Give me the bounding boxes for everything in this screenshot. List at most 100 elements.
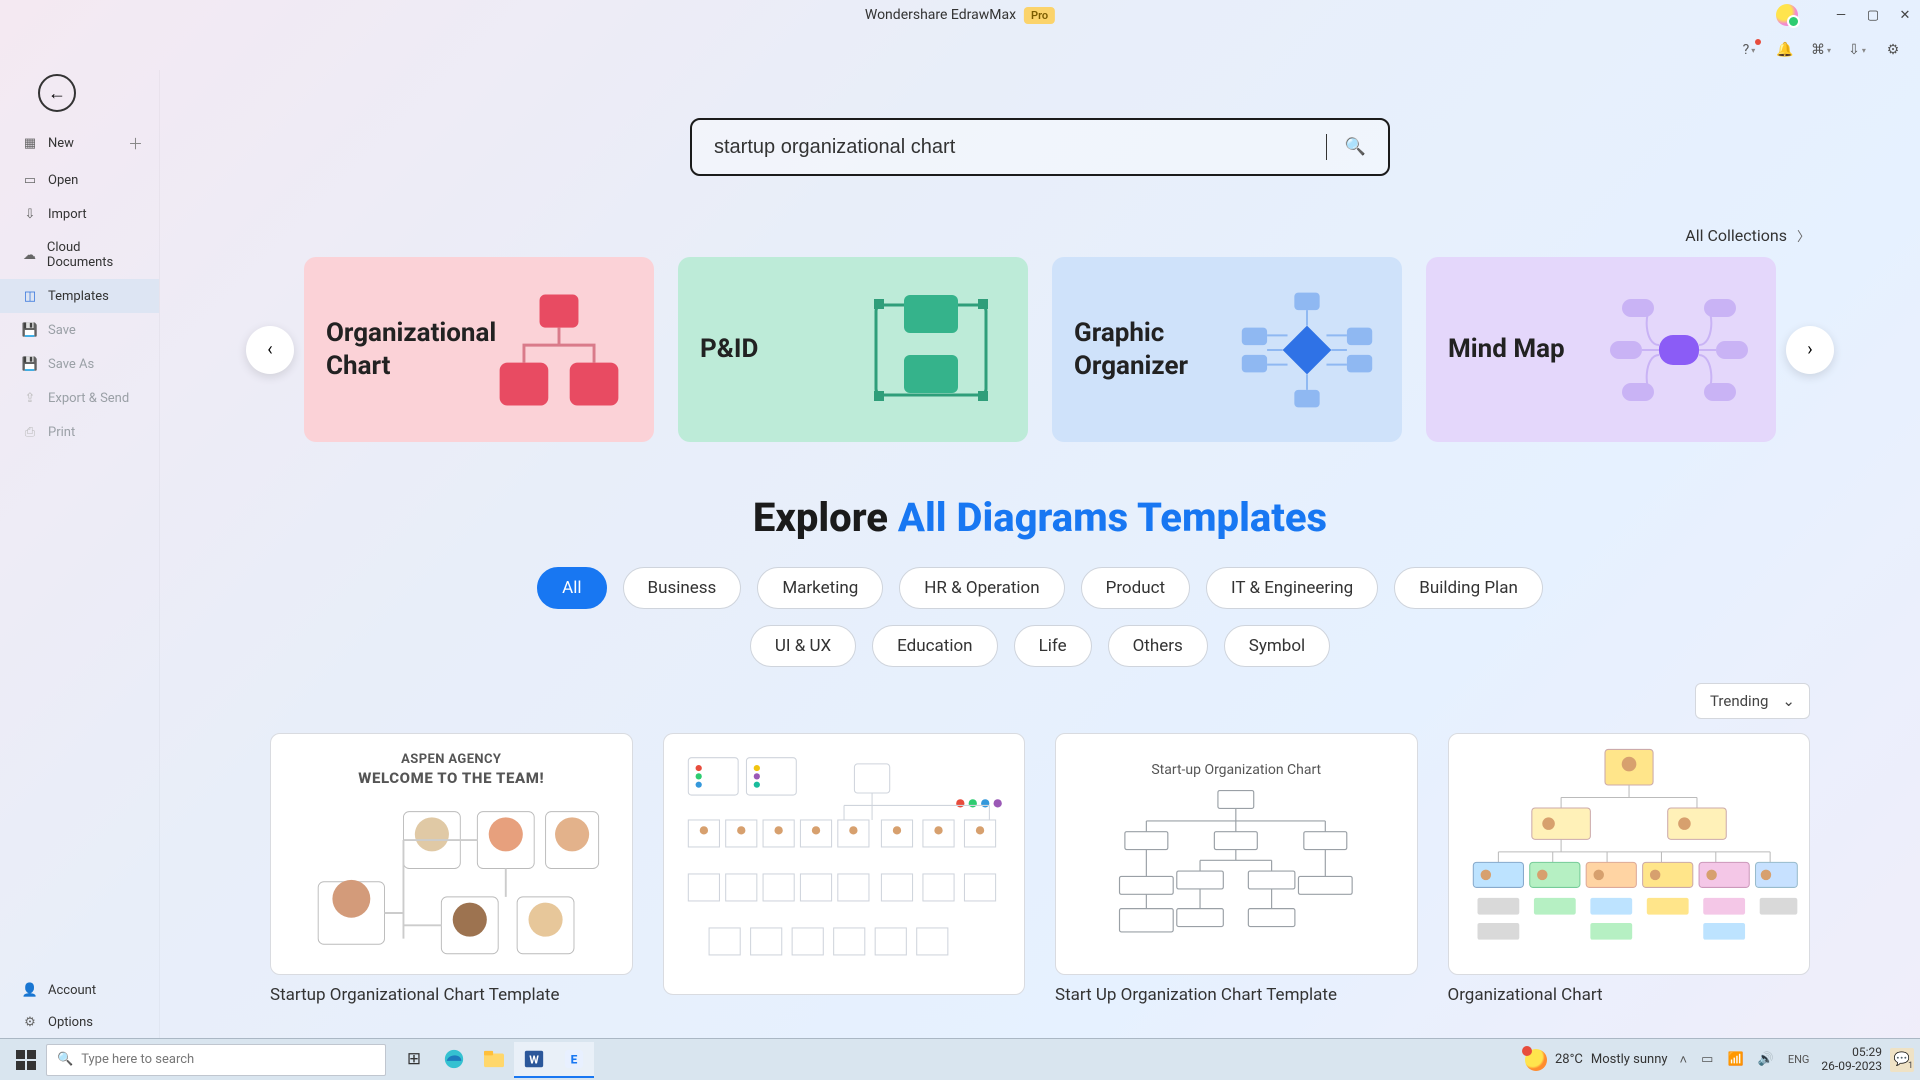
template-card[interactable]: Start-up Organization Chart — [1055, 733, 1418, 975]
category-label: P&ID — [700, 333, 758, 366]
search-divider — [1326, 134, 1327, 160]
chevron-right-icon: 〉 — [1797, 230, 1810, 245]
sidebar-item-label: Options — [48, 1015, 93, 1030]
sidebar-item-label: Import — [48, 207, 87, 222]
back-button[interactable]: ← — [38, 74, 76, 112]
clock-time: 05:29 — [1852, 1046, 1882, 1059]
category-card-org-chart[interactable]: Organizational Chart — [304, 257, 654, 442]
sidebar-item-label: Save — [48, 323, 76, 338]
search-input[interactable] — [714, 136, 1308, 159]
app-name: Wondershare EdrawMax — [865, 7, 1016, 23]
tray-volume-icon[interactable]: 🔊 — [1758, 1052, 1774, 1067]
sidebar-item-import[interactable]: ⇩ Import — [0, 197, 159, 231]
plus-icon[interactable]: ＋ — [128, 133, 143, 154]
explore-accent: All Diagrams Templates — [898, 494, 1327, 541]
category-card-graphic-organizer[interactable]: Graphic Organizer — [1052, 257, 1402, 442]
taskbar-weather[interactable]: 28°C Mostly sunny — [1525, 1049, 1668, 1071]
sidebar-item-account[interactable]: 👤 Account — [0, 974, 159, 1006]
template-card[interactable] — [1448, 733, 1811, 975]
chip-product[interactable]: Product — [1081, 567, 1190, 609]
taskbar-app-taskview[interactable]: ⊞ — [394, 1042, 434, 1078]
minimize-button[interactable]: ― — [1834, 8, 1848, 22]
chip-uiux[interactable]: UI & UX — [750, 625, 856, 667]
template-grid: ASPEN AGENCY WELCOME TO THE TEAM! — [270, 733, 1810, 1005]
save-icon: 💾 — [22, 322, 38, 338]
sort-dropdown[interactable]: Trending ⌄ — [1695, 683, 1810, 719]
plus-square-icon: ▦ — [22, 136, 38, 152]
template-card[interactable]: ASPEN AGENCY WELCOME TO THE TEAM! — [270, 733, 633, 975]
sidebar-item-cloud[interactable]: ☁ Cloud Documents — [0, 231, 159, 279]
category-label: Graphic Organizer — [1074, 317, 1234, 382]
chip-business[interactable]: Business — [623, 567, 742, 609]
chip-life[interactable]: Life — [1014, 625, 1092, 667]
close-button[interactable]: ✕ — [1898, 8, 1912, 22]
sidebar-item-label: Cloud Documents — [47, 240, 143, 270]
sidebar-item-label: Open — [48, 173, 78, 188]
sidebar-item-label: New — [48, 136, 74, 151]
template-search[interactable]: 🔍 — [690, 118, 1390, 176]
sidebar-item-label: Account — [48, 983, 96, 998]
app-title: Wondershare EdrawMax Pro — [865, 7, 1055, 24]
chip-it[interactable]: IT & Engineering — [1206, 567, 1378, 609]
carousel-prev-button[interactable]: ‹ — [246, 326, 294, 374]
sidebar-item-save: 💾 Save — [0, 313, 159, 347]
pro-badge: Pro — [1024, 7, 1055, 24]
carousel-next-button[interactable]: › — [1786, 326, 1834, 374]
taskbar-app-word[interactable]: W — [514, 1042, 554, 1078]
search-icon: 🔍 — [57, 1052, 73, 1067]
sidebar-item-label: Save As — [48, 357, 94, 372]
maximize-button[interactable]: ▢ — [1866, 8, 1880, 22]
sidebar-item-print: ⎙ Print — [0, 415, 159, 449]
tray-meet-now-icon[interactable]: ▭ — [1701, 1052, 1713, 1067]
chip-symbol[interactable]: Symbol — [1224, 625, 1330, 667]
taskbar-app-explorer[interactable] — [474, 1042, 514, 1078]
chip-hr[interactable]: HR & Operation — [899, 567, 1064, 609]
chip-marketing[interactable]: Marketing — [757, 567, 883, 609]
sidebar: ← ▦ New ＋ ▭ Open ⇩ Import ☁ Cloud Docume… — [0, 70, 160, 1038]
sidebar-item-options[interactable]: ⚙ Options — [0, 1006, 159, 1038]
sidebar-item-label: Templates — [48, 289, 109, 304]
sidebar-item-new[interactable]: ▦ New ＋ — [0, 124, 159, 163]
sidebar-item-open[interactable]: ▭ Open — [0, 163, 159, 197]
apps-icon[interactable]: ⌘ — [1812, 41, 1830, 59]
top-icon-bar: ? 🔔 ⌘ ⇩ ⚙ — [0, 30, 1920, 70]
template-caption: Startup Organizational Chart Template — [270, 985, 633, 1005]
taskbar-clock[interactable]: 05:29 26-09-2023 — [1821, 1046, 1882, 1072]
sidebar-item-templates[interactable]: ◫ Templates — [0, 279, 159, 313]
thumb-welcome: WELCOME TO THE TEAM! — [285, 769, 617, 787]
template-caption: Start Up Organization Chart Template — [1055, 985, 1418, 1005]
chip-others[interactable]: Others — [1108, 625, 1208, 667]
chevron-down-icon: ⌄ — [1782, 692, 1795, 710]
taskbar-app-edrawmax[interactable]: E — [554, 1042, 594, 1078]
tray-wifi-icon[interactable]: 📶 — [1727, 1052, 1743, 1067]
system-tray[interactable]: ˄ ▭ 📶 🔊 ENG — [1680, 1052, 1810, 1068]
taskbar-app-edge[interactable] — [434, 1042, 474, 1078]
gear-icon[interactable]: ⚙ — [1884, 41, 1902, 59]
chip-education[interactable]: Education — [872, 625, 997, 667]
action-center-button[interactable]: 💬1 — [1890, 1048, 1914, 1072]
template-thumbnail: Start-up Organization Chart — [1070, 744, 1402, 964]
export-icon: ⇪ — [22, 390, 38, 406]
start-button[interactable] — [16, 1050, 36, 1070]
category-card-mind-map[interactable]: Mind Map — [1426, 257, 1776, 442]
chip-all[interactable]: All — [537, 567, 606, 609]
templates-icon: ◫ — [22, 288, 38, 304]
template-card[interactable] — [663, 733, 1026, 995]
search-icon[interactable]: 🔍 — [1345, 137, 1366, 157]
user-avatar[interactable] — [1776, 4, 1798, 26]
filter-icon[interactable]: ⇩ — [1848, 41, 1866, 59]
taskbar-search[interactable]: 🔍 Type here to search — [46, 1044, 386, 1076]
pid-illustration — [856, 285, 1006, 415]
sidebar-item-label: Export & Send — [48, 391, 129, 406]
template-thumbnail — [671, 739, 1017, 988]
sidebar-item-export: ⇪ Export & Send — [0, 381, 159, 415]
chip-building[interactable]: Building Plan — [1394, 567, 1543, 609]
category-card-pid[interactable]: P&ID — [678, 257, 1028, 442]
help-icon[interactable]: ? — [1740, 41, 1758, 59]
tray-language-icon[interactable]: ENG — [1788, 1053, 1810, 1066]
svg-text:E: E — [571, 1052, 578, 1066]
tray-chevron-icon[interactable]: ˄ — [1680, 1052, 1688, 1068]
bell-icon[interactable]: 🔔 — [1776, 41, 1794, 59]
all-collections-link[interactable]: All Collections 〉 — [200, 226, 1810, 245]
import-icon: ⇩ — [22, 206, 38, 222]
